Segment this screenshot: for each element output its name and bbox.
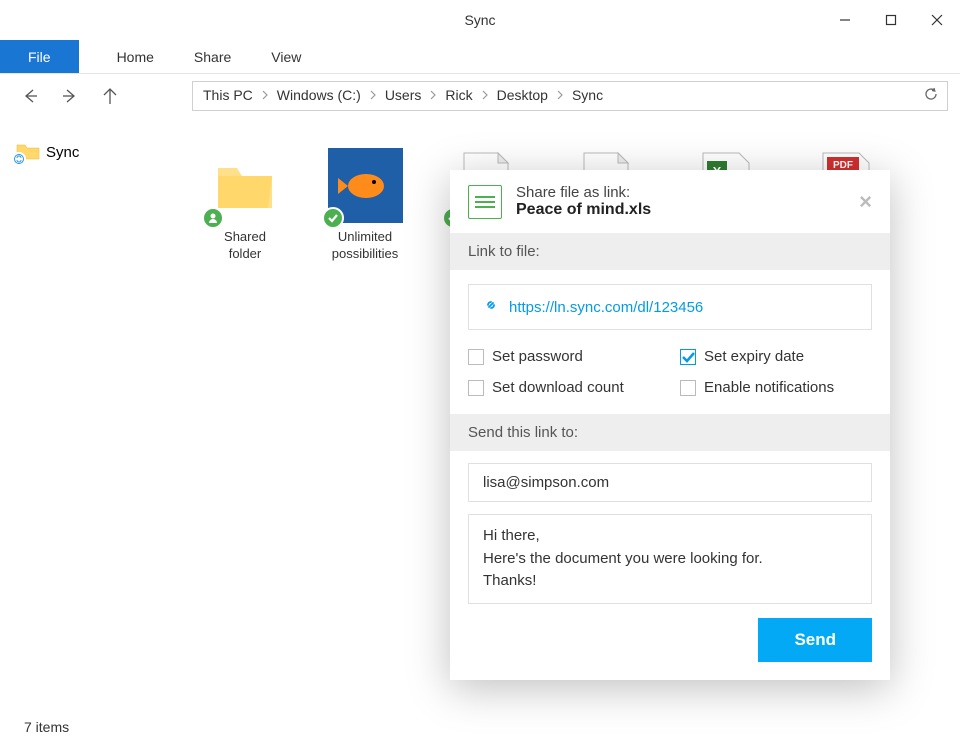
forward-button[interactable] [52,78,88,114]
status-item-count: 7 items [24,719,69,735]
checkbox-set-expiry[interactable]: Set expiry date [680,348,872,365]
folder-icon [16,142,40,162]
toolbar: This PC Windows (C:) Users Rick Desktop Sync [0,74,960,118]
checkbox-download-count[interactable]: Set download count [468,379,660,396]
chevron-right-icon [481,87,489,104]
breadcrumb-item[interactable]: Users [385,87,422,103]
breadcrumb-item[interactable]: Desktop [497,87,548,103]
breadcrumb-item[interactable]: This PC [203,87,253,103]
window-title: Sync [464,12,495,28]
dialog-filename: Peace of mind.xls [516,201,845,219]
chevron-right-icon [556,87,564,104]
message-field[interactable]: Hi there,Here's the document you were lo… [468,514,872,604]
breadcrumb-item[interactable]: Rick [445,87,472,103]
file-thumbnail [208,148,283,223]
maximize-button[interactable] [868,0,914,40]
menu-share[interactable]: Share [174,40,251,73]
menubar: File Home Share View [0,40,960,74]
sidebar-item-label: Sync [46,144,79,161]
email-field[interactable]: lisa@simpson.com [468,463,872,502]
dialog-options: Set password Set expiry date Set downloa… [450,344,890,414]
share-link[interactable]: https://ln.sync.com/dl/123456 [509,299,703,316]
sidebar-item-sync[interactable]: Sync [10,138,180,166]
chevron-right-icon [261,87,269,104]
file-item[interactable]: Sharedfolder [200,148,290,263]
share-dialog: Share file as link: Peace of mind.xls × … [450,170,890,680]
window-controls [822,0,960,40]
dialog-section-send: Send this link to: [450,414,890,451]
link-box[interactable]: https://ln.sync.com/dl/123456 [468,284,872,330]
send-button[interactable]: Send [758,618,872,662]
dialog-title: Share file as link: [516,184,845,201]
close-button[interactable] [914,0,960,40]
file-label: Unlimitedpossibilities [332,229,398,263]
sync-badge-icon [12,152,26,166]
minimize-button[interactable] [822,0,868,40]
statusbar: 7 items [0,712,960,742]
chevron-right-icon [429,87,437,104]
titlebar: Sync [0,0,960,40]
file-label: Sharedfolder [224,229,266,263]
link-icon [483,297,499,317]
breadcrumb-item[interactable]: Windows (C:) [277,87,361,103]
menu-view[interactable]: View [251,40,321,73]
menu-file[interactable]: File [0,40,79,73]
dialog-header: Share file as link: Peace of mind.xls × [450,170,890,233]
address-bar[interactable]: This PC Windows (C:) Users Rick Desktop Sync [192,81,948,111]
spreadsheet-icon [468,185,502,219]
dialog-close-button[interactable]: × [859,189,872,215]
chevron-right-icon [369,87,377,104]
dialog-section-link: Link to file: [450,233,890,270]
up-button[interactable] [92,78,128,114]
refresh-icon[interactable] [923,86,939,107]
svg-text:PDF: PDF [833,160,853,171]
menu-home[interactable]: Home [97,40,174,73]
back-button[interactable] [12,78,48,114]
file-thumbnail [328,148,403,223]
file-item[interactable]: Unlimitedpossibilities [320,148,410,263]
sidebar: Sync [0,118,190,712]
checkbox-notifications[interactable]: Enable notifications [680,379,872,396]
check-badge-icon [322,207,344,229]
person-badge-icon [202,207,224,229]
checkbox-set-password[interactable]: Set password [468,348,660,365]
breadcrumb-item[interactable]: Sync [572,87,603,103]
